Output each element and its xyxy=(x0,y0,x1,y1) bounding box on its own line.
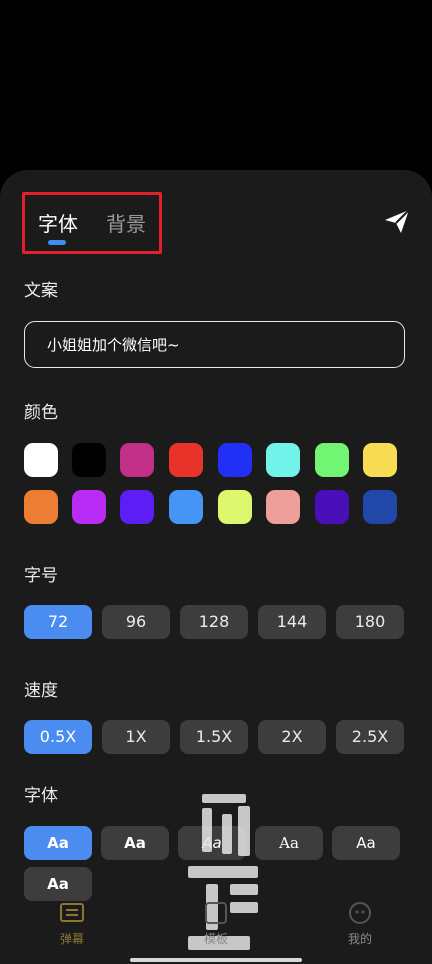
bottom-nav: 弹幕 模板 我的 xyxy=(0,900,432,964)
speed-section-title: 速度 xyxy=(24,681,58,701)
color-swatch[interactable] xyxy=(266,490,300,524)
font-section-title: 字体 xyxy=(24,786,58,806)
settings-sheet: 字体 背景 文案 小姐姐加个微信吧~ 颜色 字号 72 96 128 144 1… xyxy=(0,170,432,964)
color-swatch[interactable] xyxy=(315,443,349,477)
font-option[interactable]: Aa xyxy=(332,826,400,860)
color-section-title: 颜色 xyxy=(24,403,58,423)
speed-option[interactable]: 1X xyxy=(102,720,170,754)
size-option[interactable]: 128 xyxy=(180,605,248,639)
nav-template-label: 模板 xyxy=(203,932,228,946)
tab-background[interactable]: 背景 xyxy=(106,208,146,237)
text-input[interactable]: 小姐姐加个微信吧~ xyxy=(24,321,405,368)
tab-bar: 字体 背景 xyxy=(22,192,162,254)
color-swatch[interactable] xyxy=(266,443,300,477)
size-option[interactable]: 144 xyxy=(258,605,326,639)
size-section-title: 字号 xyxy=(24,566,58,586)
color-swatch[interactable] xyxy=(218,443,252,477)
color-swatch[interactable] xyxy=(120,443,154,477)
font-option[interactable]: Aa xyxy=(101,826,169,860)
size-option[interactable]: 96 xyxy=(102,605,170,639)
font-option[interactable]: Aa xyxy=(255,826,323,860)
color-swatch[interactable] xyxy=(218,490,252,524)
color-swatch[interactable] xyxy=(24,490,58,524)
mine-icon xyxy=(349,902,371,924)
nav-danmu-label: 弹幕 xyxy=(59,932,84,946)
color-swatch[interactable] xyxy=(120,490,154,524)
nav-mine-label: 我的 xyxy=(347,932,372,946)
speed-option[interactable]: 2X xyxy=(258,720,326,754)
font-option[interactable]: Aa xyxy=(24,867,92,901)
color-swatch[interactable] xyxy=(24,443,58,477)
speed-option[interactable]: 0.5X xyxy=(24,720,92,754)
size-option[interactable]: 72 xyxy=(24,605,92,639)
template-icon xyxy=(205,902,227,924)
danmu-icon xyxy=(60,903,84,922)
color-swatch[interactable] xyxy=(169,443,203,477)
home-indicator xyxy=(130,958,302,962)
nav-danmu[interactable]: 弹幕 xyxy=(32,900,112,947)
size-option[interactable]: 180 xyxy=(336,605,404,639)
speed-option[interactable]: 1.5X xyxy=(180,720,248,754)
color-swatch[interactable] xyxy=(169,490,203,524)
color-swatch[interactable] xyxy=(363,490,397,524)
speed-option[interactable]: 2.5X xyxy=(336,720,404,754)
tab-indicator xyxy=(48,240,66,245)
font-option[interactable]: Aa xyxy=(178,826,246,860)
font-option[interactable]: Aa xyxy=(24,826,92,860)
nav-template[interactable]: 模板 xyxy=(176,900,256,947)
color-swatch[interactable] xyxy=(315,490,349,524)
color-swatch[interactable] xyxy=(72,490,106,524)
color-swatch[interactable] xyxy=(72,443,106,477)
send-icon[interactable] xyxy=(383,207,411,235)
nav-mine[interactable]: 我的 xyxy=(320,900,400,947)
text-section-title: 文案 xyxy=(24,281,58,301)
color-swatch[interactable] xyxy=(363,443,397,477)
tab-font[interactable]: 字体 xyxy=(38,208,78,237)
